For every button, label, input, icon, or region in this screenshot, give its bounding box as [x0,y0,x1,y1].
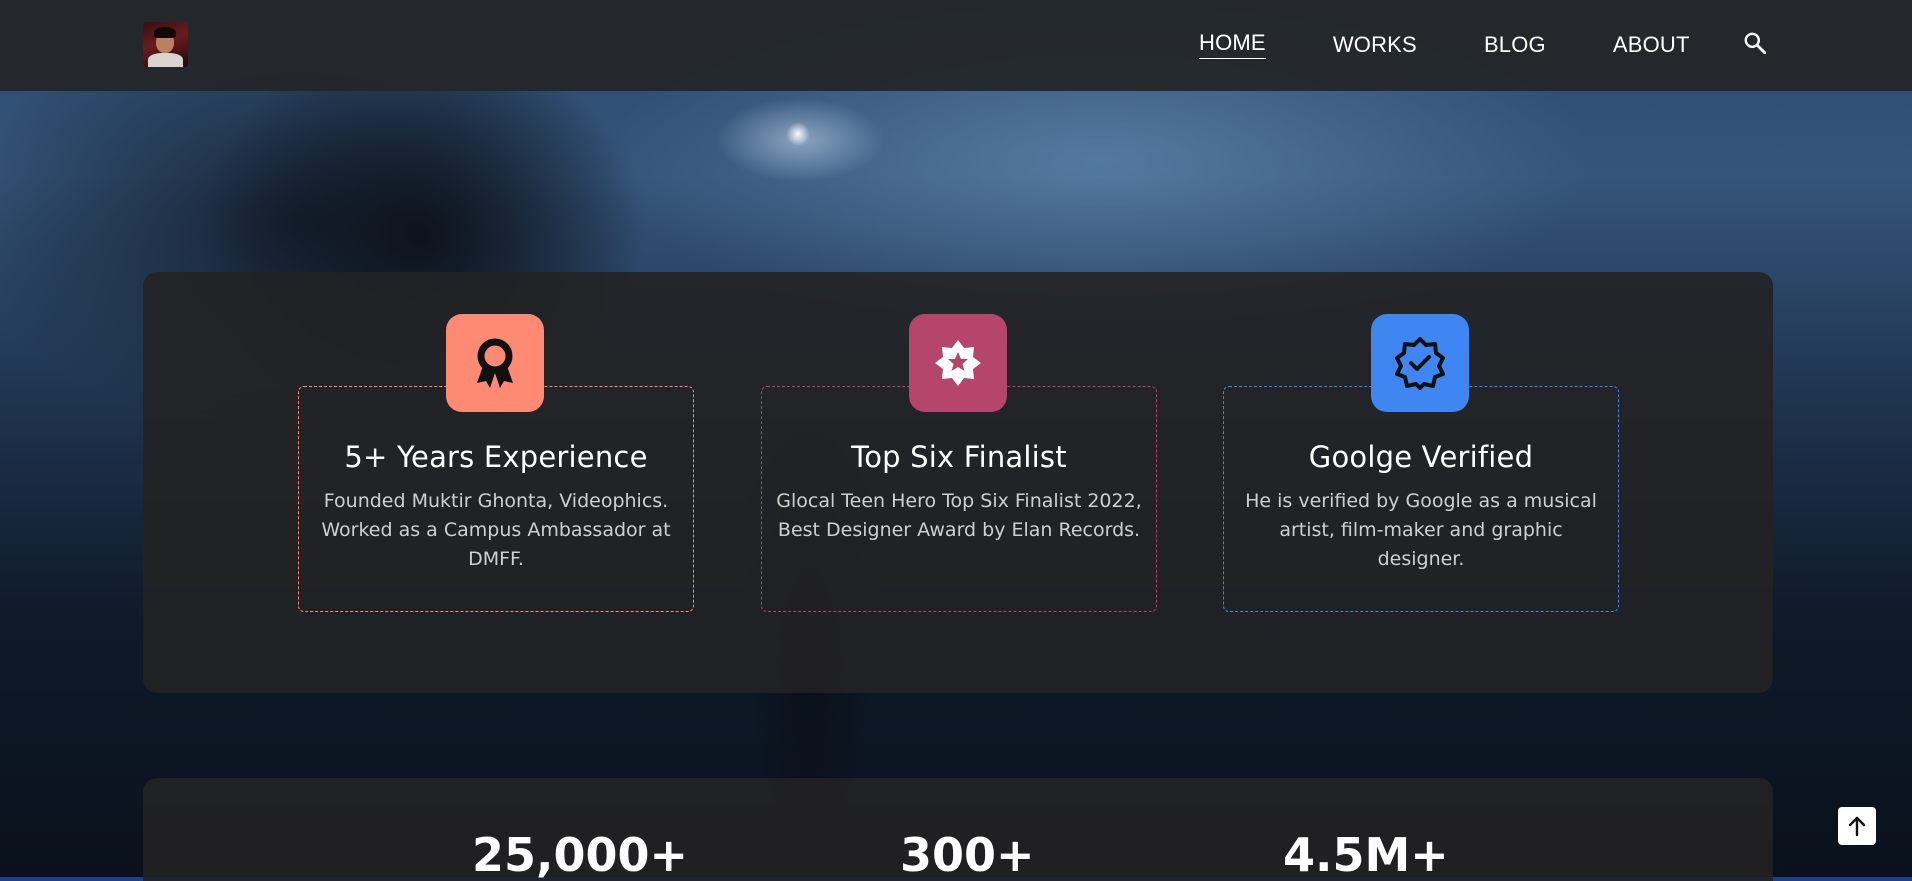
achievements-panel: Founded Muktir Ghonta, Videophics. Worke… [143,272,1773,693]
verified-badge-icon [1371,314,1469,412]
profile-logo[interactable] [143,22,188,67]
achievement-description: Founded Muktir Ghonta, Videophics. Worke… [321,490,671,570]
back-to-top-button[interactable] [1838,807,1876,845]
stats-panel: 25,000+ 300+ 4.5M+ [143,778,1773,881]
nav-home[interactable]: HOME [1199,30,1266,59]
achievement-description: Glocal Teen Hero Top Six Finalist 2022, … [776,490,1142,541]
achievement-description: He is verified by Google as a musical ar… [1245,490,1597,570]
stat-value: 25,000+ [472,828,689,881]
nav-works[interactable]: WORKS [1333,32,1417,58]
stat-value: 300+ [900,828,1035,881]
award-ribbon-icon [446,314,544,412]
achievement-title: 5+ Years Experience [344,440,648,474]
arrow-up-icon [1848,816,1866,837]
achievement-title: Goolge Verified [1308,440,1534,474]
search-icon[interactable] [1742,30,1768,56]
stat-value: 4.5M+ [1283,828,1449,881]
nav-blog[interactable]: BLOG [1484,32,1546,58]
site-header: HOME WORKS BLOG ABOUT [0,0,1912,91]
nav-about[interactable]: ABOUT [1613,32,1690,58]
main-nav: HOME WORKS BLOG ABOUT [1199,30,1757,59]
star-badge-icon [909,314,1007,412]
achievement-title: Top Six Finalist [851,440,1067,474]
